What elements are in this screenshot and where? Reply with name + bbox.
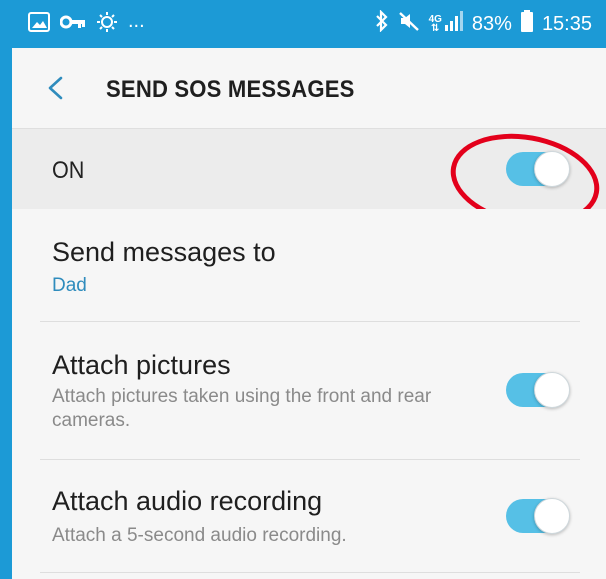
- setting-attach-audio[interactable]: Attach audio recording Attach a 5-second…: [12, 460, 606, 572]
- master-switch-label: ON: [52, 157, 85, 184]
- mute-icon: [398, 10, 420, 38]
- screen: ... 4G ⇅ 83% 15:35 SEND SOS MESSAGES ON …: [12, 0, 606, 579]
- clock: 15:35: [541, 12, 592, 35]
- setting-title: Attach pictures: [52, 350, 231, 380]
- battery-icon: [520, 10, 533, 38]
- status-right: 4G ⇅ 83% 15:35: [375, 9, 592, 38]
- status-bar: ... 4G ⇅ 83% 15:35: [12, 0, 606, 48]
- setting-send-messages-to[interactable]: Send messages to Dad: [12, 209, 606, 321]
- setting-description: Attach a 5-second audio recording.: [52, 525, 347, 546]
- app-bar: SEND SOS MESSAGES: [12, 48, 606, 128]
- setting-title: Send messages to: [52, 237, 276, 267]
- master-switch-row[interactable]: ON: [12, 122, 606, 238]
- master-toggle[interactable]: [506, 151, 570, 187]
- attach-audio-toggle[interactable]: [506, 498, 570, 534]
- status-left-icons: ...: [28, 10, 145, 38]
- bluetooth-icon: [375, 9, 389, 38]
- attach-pictures-toggle[interactable]: [506, 372, 570, 408]
- chevron-left-icon: [48, 76, 63, 100]
- recipient-value: Dad: [52, 275, 87, 296]
- status-overflow: ...: [128, 10, 145, 32]
- key-icon: [59, 15, 86, 34]
- toggle-knob: [534, 151, 570, 187]
- image-icon: [28, 11, 50, 37]
- page-title: SEND SOS MESSAGES: [106, 76, 355, 103]
- divider: [40, 572, 580, 573]
- setting-description: Attach pictures taken using the front an…: [52, 386, 432, 431]
- toggle-knob: [534, 498, 570, 534]
- battery-percent: 83%: [471, 12, 512, 35]
- sun-icon: [96, 11, 118, 38]
- back-button[interactable]: [42, 74, 70, 102]
- data-arrows-icon: ⇅: [431, 23, 440, 34]
- setting-attach-pictures[interactable]: Attach pictures Attach pictures taken us…: [12, 322, 606, 459]
- toggle-knob: [534, 372, 570, 408]
- network-indicator: 4G ⇅: [429, 11, 463, 37]
- setting-title: Attach audio recording: [52, 486, 323, 516]
- signal-icon: [444, 11, 463, 37]
